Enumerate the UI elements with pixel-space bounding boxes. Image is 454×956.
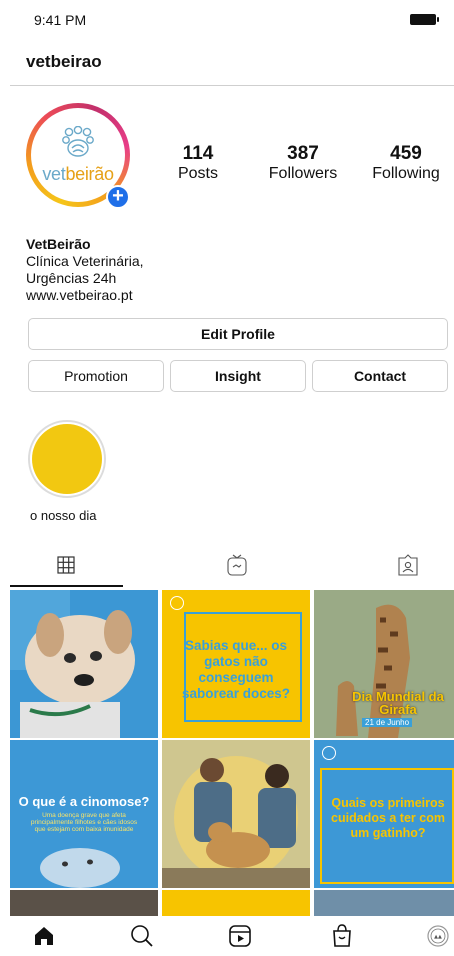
search-icon[interactable] bbox=[128, 922, 156, 950]
highlight-label: o nosso dia bbox=[30, 508, 97, 523]
stat-followers-label: Followers bbox=[268, 165, 338, 182]
bio-line: Urgências 24h bbox=[26, 270, 117, 286]
highlight-cover bbox=[32, 424, 102, 494]
grid-post[interactable] bbox=[10, 590, 158, 738]
post-title: Dia Mundial da Girafa bbox=[352, 689, 444, 717]
shop-icon[interactable] bbox=[328, 922, 356, 950]
brand-mark-icon bbox=[170, 596, 184, 610]
avatar[interactable]: vetbeirão + bbox=[26, 103, 130, 209]
home-icon[interactable] bbox=[30, 922, 58, 950]
grid-post[interactable]: Dia Mundial da Girafa 21 de Junho bbox=[314, 590, 454, 738]
battery-icon bbox=[410, 14, 439, 25]
grid-post[interactable] bbox=[10, 890, 158, 916]
stat-posts-count: 114 bbox=[182, 143, 214, 164]
story-highlight[interactable] bbox=[28, 420, 106, 498]
divider bbox=[10, 85, 454, 86]
igtv-icon bbox=[227, 554, 247, 576]
grid-icon bbox=[57, 556, 75, 574]
edit-profile-button[interactable]: Edit Profile bbox=[28, 318, 448, 350]
active-tab-indicator bbox=[10, 585, 123, 587]
profile-username: vetbeirao bbox=[26, 52, 102, 71]
post-date: 21 de Junho bbox=[362, 718, 413, 727]
stat-followers-count: 387 bbox=[287, 143, 319, 164]
grid-post[interactable]: Sabias que... os gatos não conseguem sab… bbox=[162, 590, 310, 738]
contact-button[interactable]: Contact bbox=[312, 360, 448, 392]
bio-website-link[interactable]: www.vetbeirao.pt bbox=[26, 287, 144, 304]
status-time: 9:41 PM bbox=[34, 12, 87, 28]
post-caption: Sabias que... os gatos não conseguem sab… bbox=[181, 638, 291, 701]
svg-text:▲▲: ▲▲ bbox=[434, 934, 442, 940]
profile-bio: VetBeirão Clínica Veterinária, Urgências… bbox=[26, 236, 144, 304]
tab-grid[interactable] bbox=[46, 552, 86, 578]
vets-photo bbox=[162, 740, 310, 888]
grid-post[interactable]: O que é a cinomose? Uma doença grave que… bbox=[10, 740, 158, 888]
stat-posts-label: Posts bbox=[177, 165, 218, 182]
bottom-nav: ▲▲ bbox=[0, 916, 454, 956]
grid-post[interactable] bbox=[162, 740, 310, 888]
tab-igtv[interactable] bbox=[217, 552, 257, 578]
grid-post[interactable] bbox=[314, 890, 454, 916]
stat-following[interactable]: 459 Following bbox=[366, 143, 446, 183]
insight-button[interactable]: Insight bbox=[170, 360, 306, 392]
stat-followers[interactable]: 387 Followers bbox=[264, 143, 342, 183]
profile-icon[interactable]: ▲▲ bbox=[424, 922, 452, 950]
stat-following-label: Following bbox=[372, 165, 440, 182]
promotion-button[interactable]: Promotion bbox=[28, 360, 164, 392]
bio-name: VetBeirão bbox=[26, 236, 91, 252]
grid-post[interactable] bbox=[162, 890, 310, 916]
tab-tagged[interactable] bbox=[388, 552, 428, 578]
dog-photo bbox=[10, 590, 158, 738]
post-caption: Quais os primeiros cuidados a ter com um… bbox=[331, 796, 445, 840]
status-bar: 9:41 PM bbox=[0, 0, 454, 40]
brand-mark-icon bbox=[322, 746, 336, 760]
add-story-plus-icon[interactable]: + bbox=[106, 185, 130, 209]
stat-posts[interactable]: 114 Posts bbox=[174, 143, 222, 183]
paw-icon bbox=[62, 125, 94, 157]
reels-icon[interactable] bbox=[226, 922, 254, 950]
logo-wordmark: vetbeirão bbox=[42, 163, 114, 184]
tagged-icon bbox=[398, 554, 418, 576]
bio-line: Clínica Veterinária, bbox=[26, 253, 144, 269]
grid-post[interactable]: Quais os primeiros cuidados a ter com um… bbox=[314, 740, 454, 888]
puppy-photo bbox=[40, 848, 120, 888]
stat-following-count: 459 bbox=[390, 143, 422, 164]
